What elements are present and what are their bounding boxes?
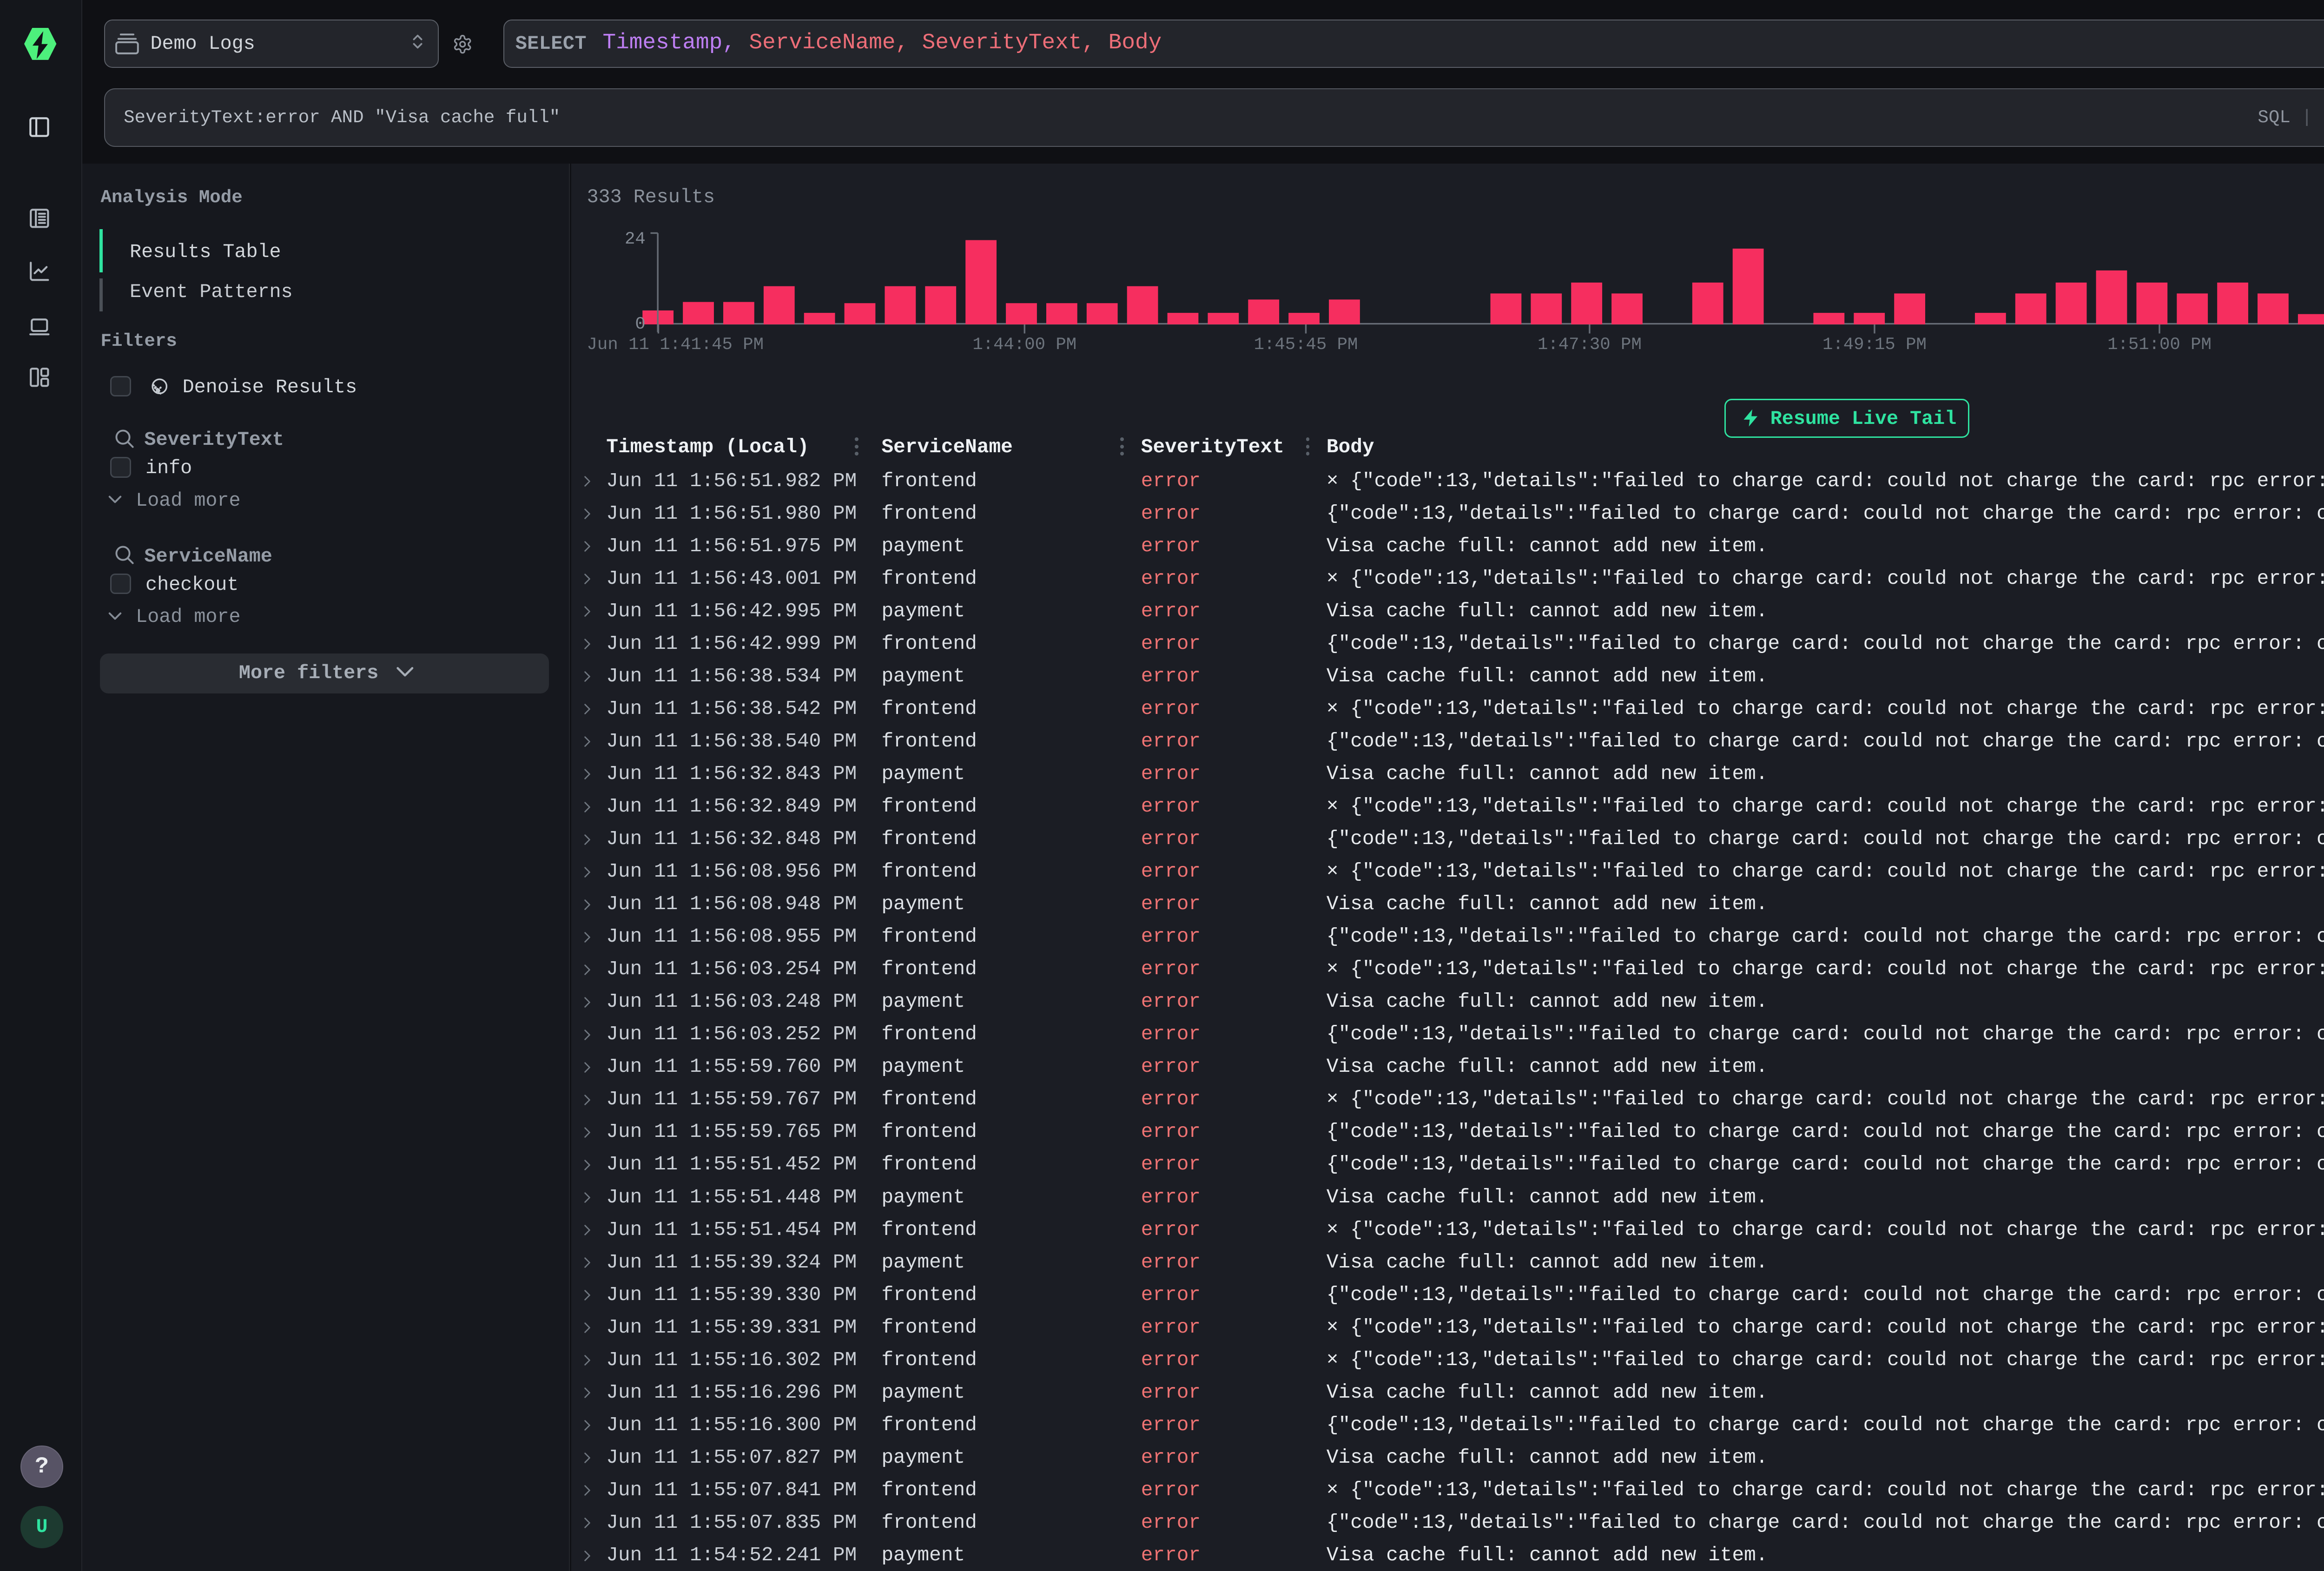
- svg-text:1:49:15 PM: 1:49:15 PM: [1822, 335, 1927, 355]
- svg-text:1:44:00 PM: 1:44:00 PM: [972, 335, 1076, 355]
- svg-text:0: 0: [635, 315, 646, 334]
- svg-text:Jun 11 1:41:45 PM: Jun 11 1:41:45 PM: [587, 335, 764, 355]
- svg-text:1:45:45 PM: 1:45:45 PM: [1254, 335, 1358, 355]
- svg-text:1:47:30 PM: 1:47:30 PM: [1538, 335, 1642, 355]
- svg-text:24: 24: [625, 230, 646, 249]
- svg-text:1:51:00 PM: 1:51:00 PM: [2107, 335, 2212, 355]
